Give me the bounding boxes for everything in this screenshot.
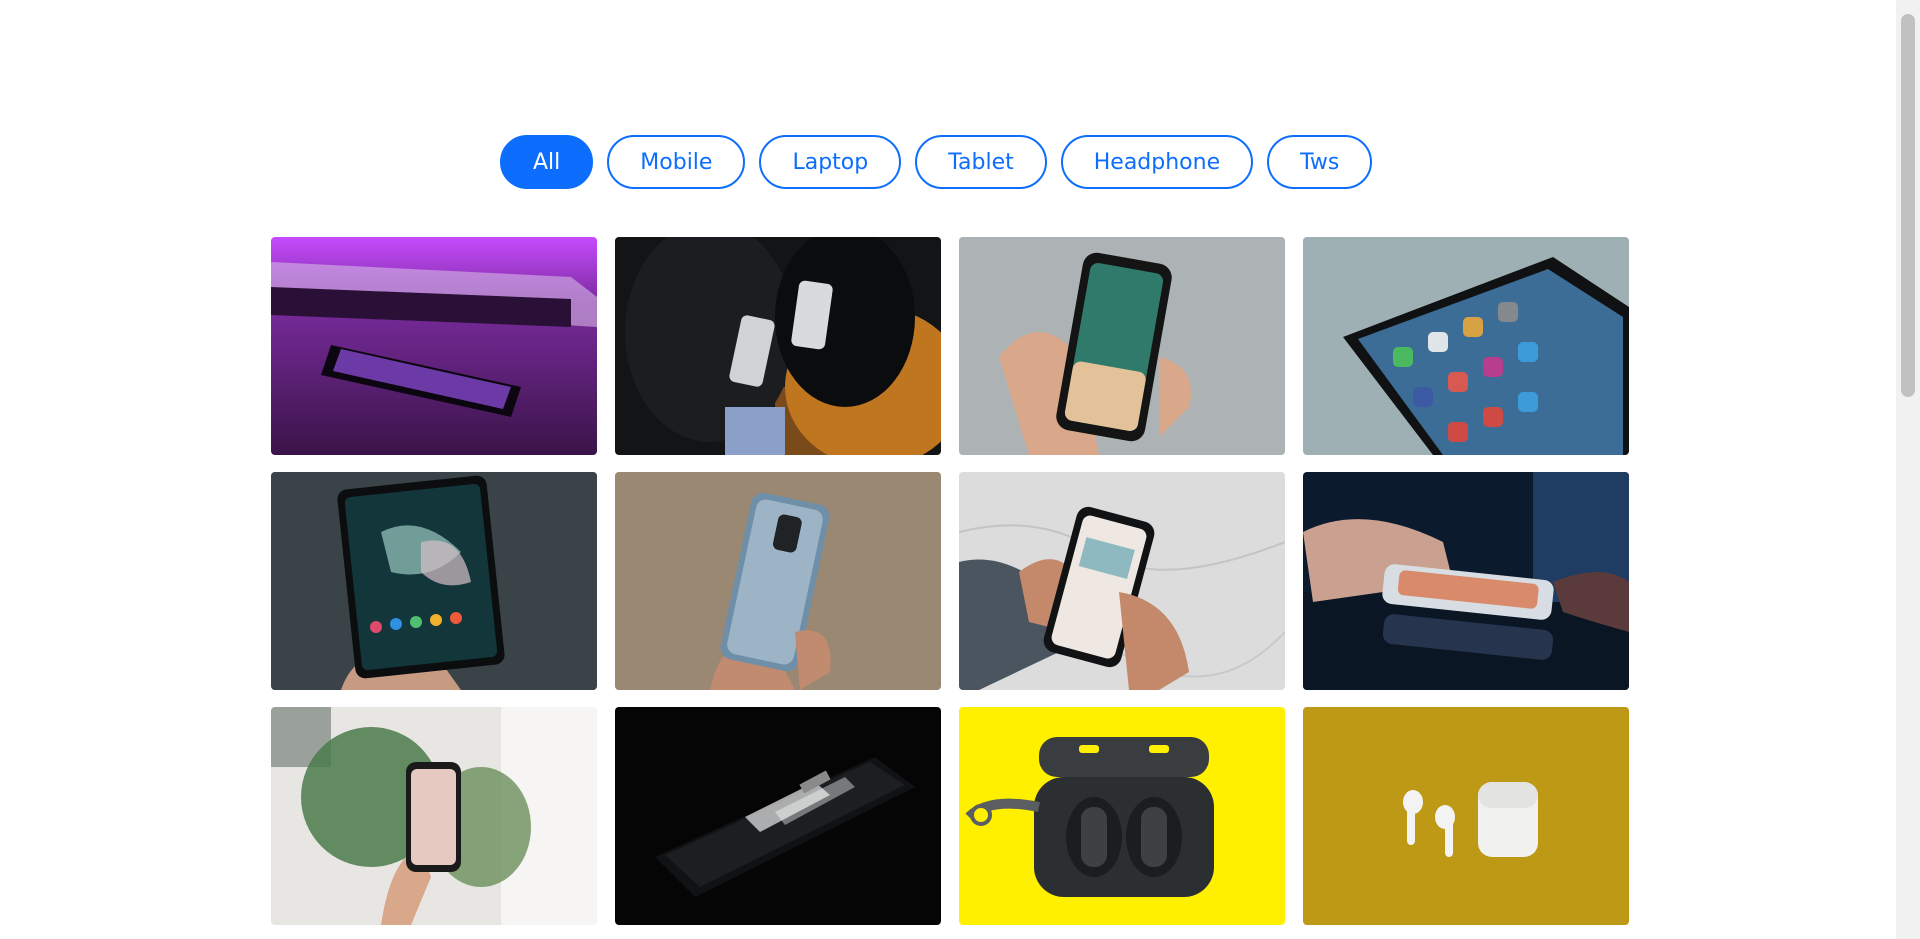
phone-purple-image (271, 237, 597, 455)
gallery-item-earbuds-yellow[interactable] (959, 707, 1285, 925)
marble-phone-image (959, 472, 1285, 690)
filter-mobile-button[interactable]: Mobile (607, 135, 746, 189)
gallery-item-glossy-phone[interactable] (615, 707, 941, 925)
plant-phone-image (271, 707, 597, 925)
gallery-item-phone-purple[interactable] (271, 237, 597, 455)
filter-headphone-button[interactable]: Headphone (1060, 135, 1254, 189)
gallery-item-marble-phone[interactable] (959, 472, 1285, 690)
filter-tws-button[interactable]: Tws (1267, 135, 1373, 189)
filter-all-button[interactable]: All (500, 135, 594, 189)
foldable-phone-image (271, 472, 597, 690)
gallery-item-iphone-closeup[interactable] (1303, 237, 1629, 455)
product-gallery (271, 237, 1629, 925)
people-phones-image (615, 237, 941, 455)
gallery-item-hand-iphone[interactable] (959, 237, 1285, 455)
gallery-item-foldable-phone[interactable] (271, 472, 597, 690)
oneplus-phone-image (615, 472, 941, 690)
scrollbar-thumb[interactable] (1901, 14, 1915, 397)
iphone-closeup-image (1303, 237, 1629, 455)
gallery-item-plant-phone[interactable] (271, 707, 597, 925)
filter-laptop-button[interactable]: Laptop (759, 135, 902, 189)
gallery-item-people-phones[interactable] (615, 237, 941, 455)
vertical-scrollbar[interactable] (1896, 0, 1920, 939)
filter-tablet-button[interactable]: Tablet (915, 135, 1047, 189)
gallery-item-airpods-mustard[interactable] (1303, 707, 1629, 925)
category-filter-bar: All Mobile Laptop Tablet Headphone Tws (500, 135, 1373, 189)
hand-iphone-image (959, 237, 1285, 455)
gallery-item-oneplus-phone[interactable] (615, 472, 941, 690)
earbuds-yellow-image (959, 707, 1285, 925)
airpods-mustard-image (1303, 707, 1629, 925)
glass-table-phone-image (1303, 472, 1629, 690)
page: All Mobile Laptop Tablet Headphone Tws (0, 0, 1920, 939)
gallery-item-glass-table-phone[interactable] (1303, 472, 1629, 690)
glossy-phone-image (615, 707, 941, 925)
